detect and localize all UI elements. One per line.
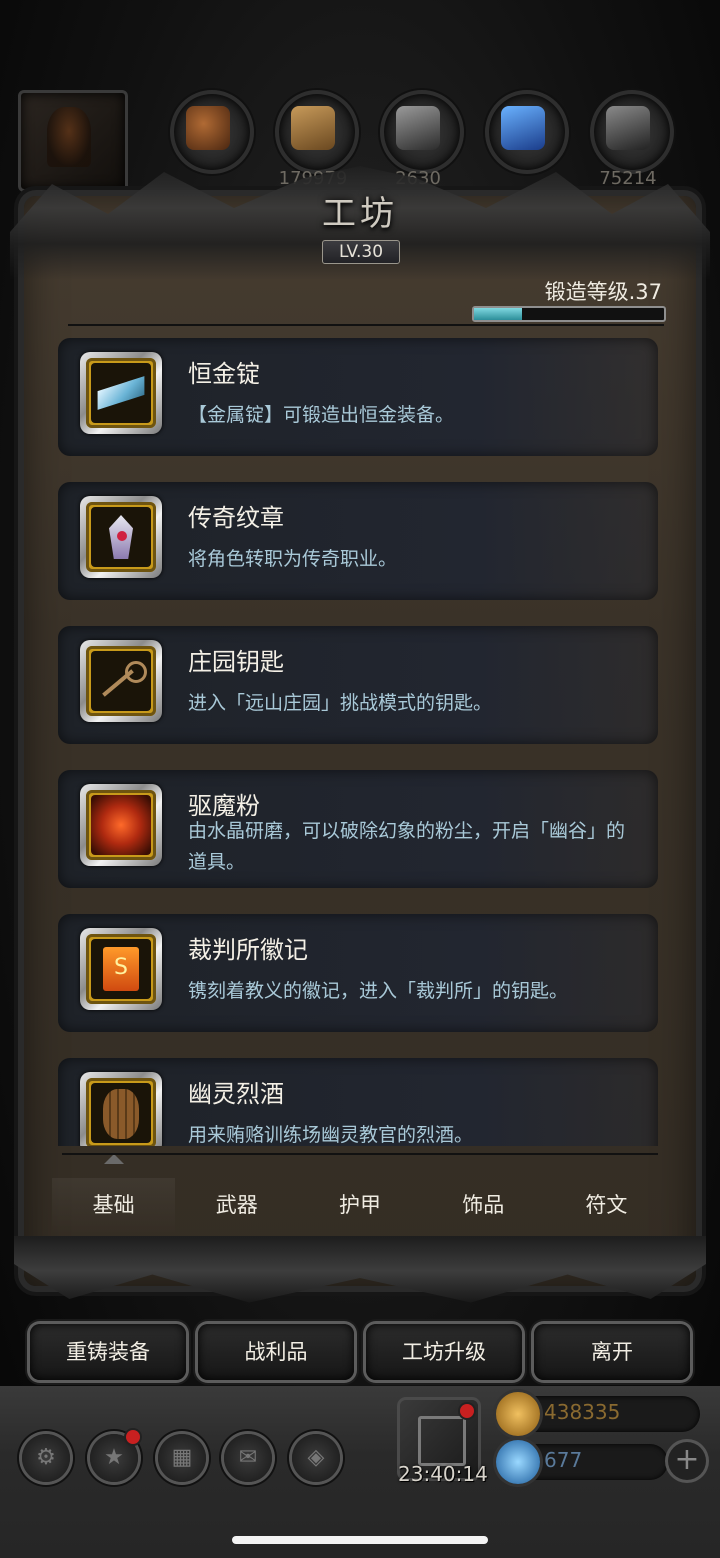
gold-coin-icon: [496, 1392, 540, 1436]
gem-amount: 677: [544, 1448, 583, 1472]
workshop-level-badge: LV.30: [322, 240, 400, 264]
hero-portrait[interactable]: [18, 90, 128, 192]
barrel-icon: [91, 1083, 151, 1143]
item-icon-frame: [80, 784, 162, 866]
tab-accessories[interactable]: 饰品: [422, 1178, 545, 1234]
item-description: 【金属锭】可锻造出恒金装备。: [188, 404, 455, 426]
forge-progress-fill: [474, 308, 522, 320]
notification-dot: [460, 1404, 474, 1418]
list-item[interactable]: 恒金锭 【金属锭】可锻造出恒金装备。: [58, 338, 658, 456]
item-name: 裁判所徽记: [188, 936, 308, 964]
divider: [68, 324, 664, 326]
list-item[interactable]: 传奇纹章 将角色转职为传奇职业。: [58, 482, 658, 600]
tab-armor[interactable]: 护甲: [298, 1178, 421, 1234]
mail-icon[interactable]: ✉: [224, 1434, 272, 1482]
crystal-resource-icon: [485, 90, 569, 174]
page-title: 工坊: [322, 194, 398, 234]
divider: [62, 1153, 658, 1155]
item-icon-frame: [80, 352, 162, 434]
iron-resource-icon: [380, 90, 464, 174]
loot-button[interactable]: 战利品: [198, 1324, 354, 1380]
ore-resource-icon: [170, 90, 254, 174]
item-description: 进入「远山庄园」挑战模式的钥匙。: [188, 692, 493, 714]
emblem-icon: [91, 507, 151, 567]
recast-equipment-button[interactable]: 重铸装备: [30, 1324, 186, 1380]
item-description: 由水晶研磨，可以破除幻象的粉尘，开启「幽谷」的道具。: [188, 820, 626, 873]
gem-icon: [496, 1440, 540, 1484]
item-name: 恒金锭: [188, 360, 260, 388]
list-item[interactable]: 庄园钥匙 进入「远山庄园」挑战模式的钥匙。: [58, 626, 658, 744]
caret-up-icon: [104, 1154, 124, 1164]
forge-level-label: 锻造等级.37: [544, 280, 662, 304]
cube-icon[interactable]: ◈: [292, 1434, 340, 1482]
tab-runes[interactable]: 符文: [545, 1178, 668, 1234]
workshop-upgrade-button[interactable]: 工坊升级: [366, 1324, 522, 1380]
list-item[interactable]: S 裁判所徽记 镌刻着教义的徽记，进入「裁判所」的钥匙。: [58, 914, 658, 1032]
wood-resource-icon: [275, 90, 359, 174]
item-description: 将角色转职为传奇职业。: [188, 548, 398, 570]
item-name: 幽灵烈酒: [188, 1080, 284, 1108]
item-icon-frame: [80, 1072, 162, 1146]
settings-gear-icon[interactable]: ⚙: [22, 1434, 70, 1482]
steel-resource-icon: [590, 90, 674, 174]
panel-ornament-bottom: [14, 1236, 706, 1303]
key-icon: [91, 651, 151, 711]
countdown-timer: 23:40:14: [398, 1462, 488, 1486]
codex-icon[interactable]: ▦: [158, 1434, 206, 1482]
item-description: 镌刻着教义的徽记，进入「裁判所」的钥匙。: [188, 980, 569, 1002]
leave-button[interactable]: 离开: [534, 1324, 690, 1380]
item-name: 传奇纹章: [188, 504, 284, 532]
list-item[interactable]: 幽灵烈酒 用来贿赂训练场幽灵教官的烈酒。: [58, 1058, 658, 1146]
resource-count: 75214: [599, 168, 657, 189]
gold-amount: 438335: [544, 1400, 621, 1424]
notification-dot: [126, 1430, 140, 1444]
gem-counter: 677: [496, 1440, 668, 1484]
gold-counter: 438335: [496, 1392, 700, 1436]
powder-icon: [91, 795, 151, 855]
seal-icon: S: [91, 939, 151, 999]
item-icon-frame: [80, 640, 162, 722]
home-indicator[interactable]: [232, 1536, 488, 1544]
add-currency-button[interactable]: +: [668, 1442, 706, 1480]
forge-progress-bar: [472, 306, 666, 322]
item-description: 用来贿赂训练场幽灵教官的烈酒。: [188, 1124, 474, 1146]
achievements-star-icon[interactable]: ★: [90, 1430, 140, 1482]
item-icon-frame: [80, 496, 162, 578]
list-item[interactable]: 驱魔粉 由水晶研磨，可以破除幻象的粉尘，开启「幽谷」的道具。: [58, 770, 658, 888]
item-name: 庄园钥匙: [188, 648, 284, 676]
item-icon-frame: S: [80, 928, 162, 1010]
tab-basic[interactable]: 基础: [52, 1178, 176, 1234]
item-list[interactable]: 恒金锭 【金属锭】可锻造出恒金装备。 传奇纹章 将角色转职为传奇职业。 庄园钥匙…: [58, 338, 658, 1146]
tab-weapons[interactable]: 武器: [175, 1178, 298, 1234]
category-tabs: 基础 武器 护甲 饰品 符文: [52, 1178, 668, 1234]
ingot-icon: [91, 363, 151, 423]
